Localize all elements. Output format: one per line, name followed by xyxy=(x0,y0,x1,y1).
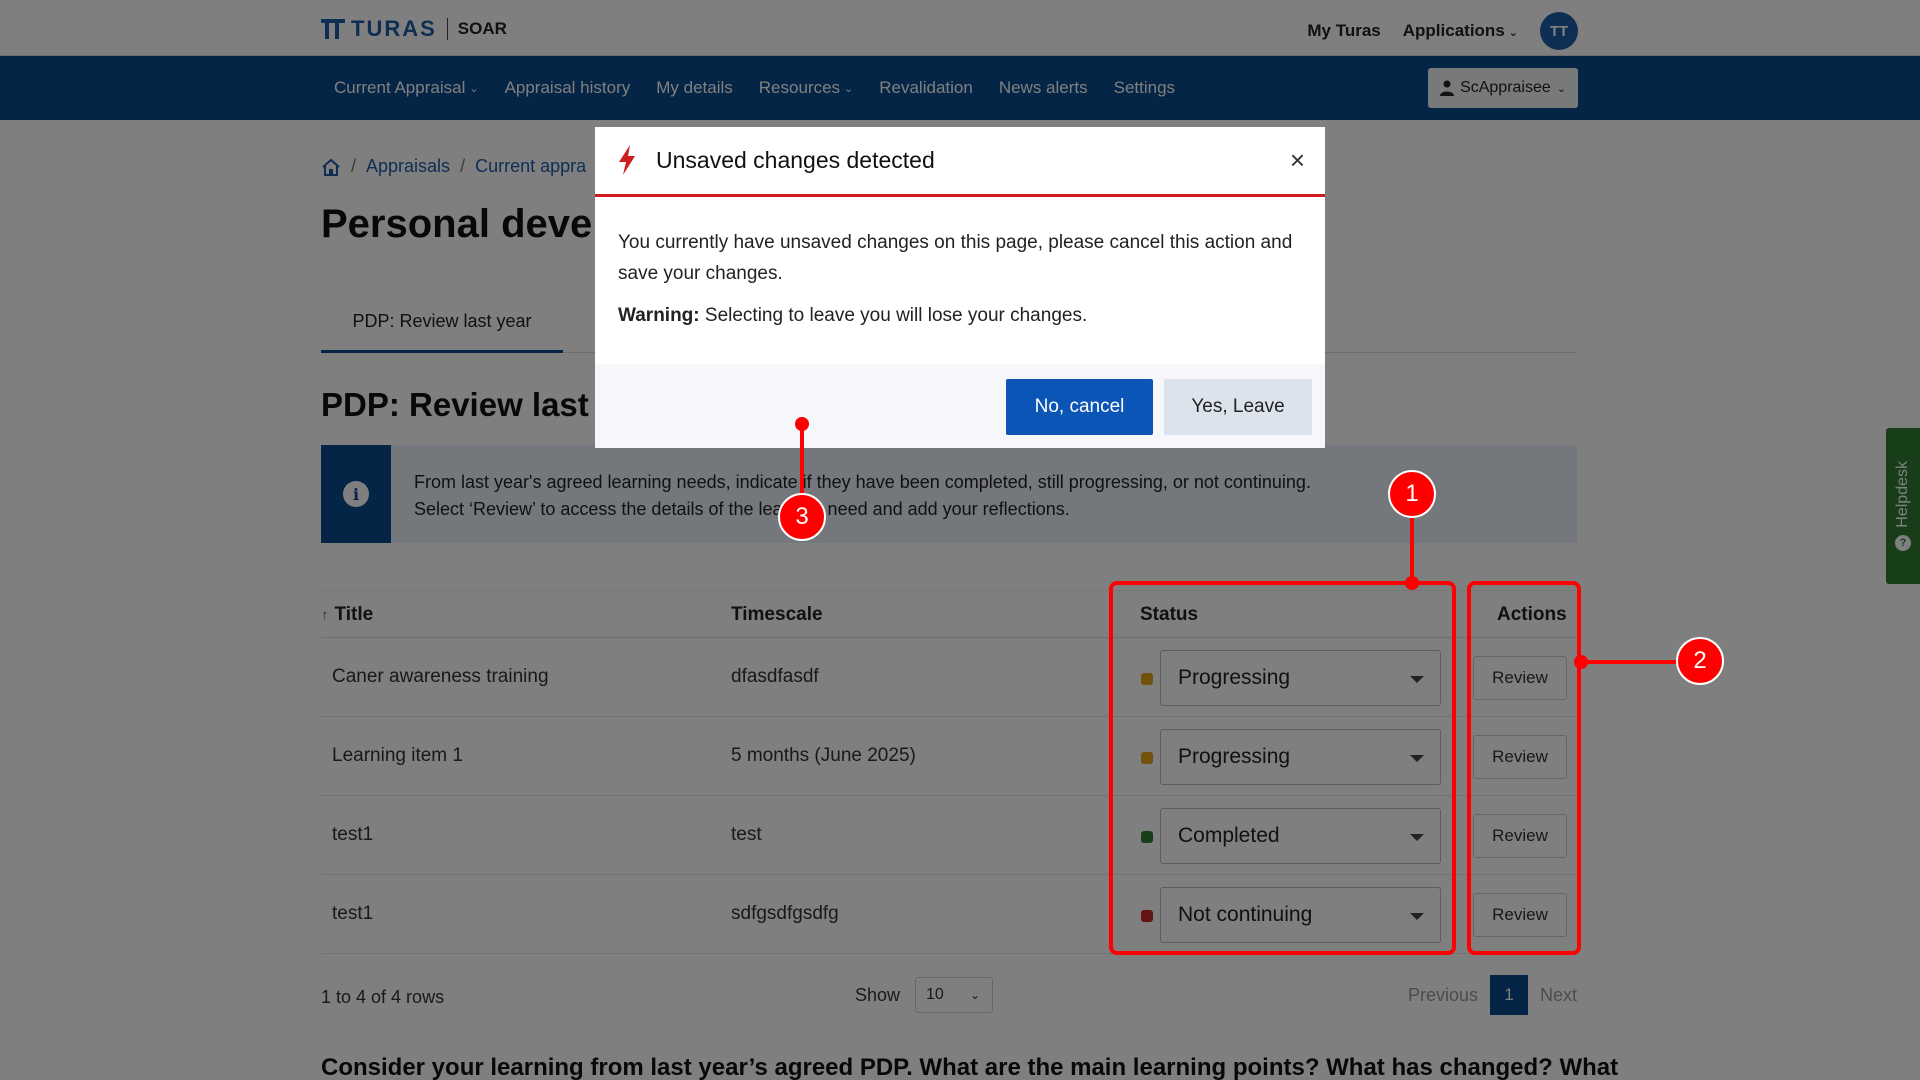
warning-label: Warning: xyxy=(618,305,700,326)
yes-leave-button[interactable]: Yes, Leave xyxy=(1164,379,1312,435)
annotation-3-connector xyxy=(800,424,804,502)
annotation-1-badge: 1 xyxy=(1388,470,1436,518)
annotation-status-box xyxy=(1109,581,1456,955)
dialog-message: You currently have unsaved changes on th… xyxy=(618,232,1293,284)
annotation-1-anchor xyxy=(1405,576,1419,590)
annotation-3-anchor xyxy=(795,417,809,431)
annotation-1-connector xyxy=(1410,517,1414,581)
warning-text: Selecting to leave you will lose your ch… xyxy=(699,305,1088,326)
dialog-title: Unsaved changes detected xyxy=(656,147,935,173)
annotation-3-badge: 3 xyxy=(778,493,826,541)
annotation-2-badge: 2 xyxy=(1676,637,1724,685)
no-cancel-button[interactable]: No, cancel xyxy=(1006,379,1153,435)
annotation-2-anchor xyxy=(1574,655,1588,669)
annotation-actions-box xyxy=(1467,581,1581,955)
unsaved-changes-dialog: Unsaved changes detected × You currently… xyxy=(595,127,1325,448)
close-icon[interactable]: × xyxy=(1290,145,1305,176)
lightning-icon xyxy=(619,145,635,175)
annotation-2-connector xyxy=(1581,660,1676,664)
dialog-footer: No, cancel Yes, Leave xyxy=(595,364,1325,448)
dialog-warning: Warning: Selecting to leave you will los… xyxy=(618,305,1087,327)
dialog-header: Unsaved changes detected × xyxy=(595,127,1325,197)
